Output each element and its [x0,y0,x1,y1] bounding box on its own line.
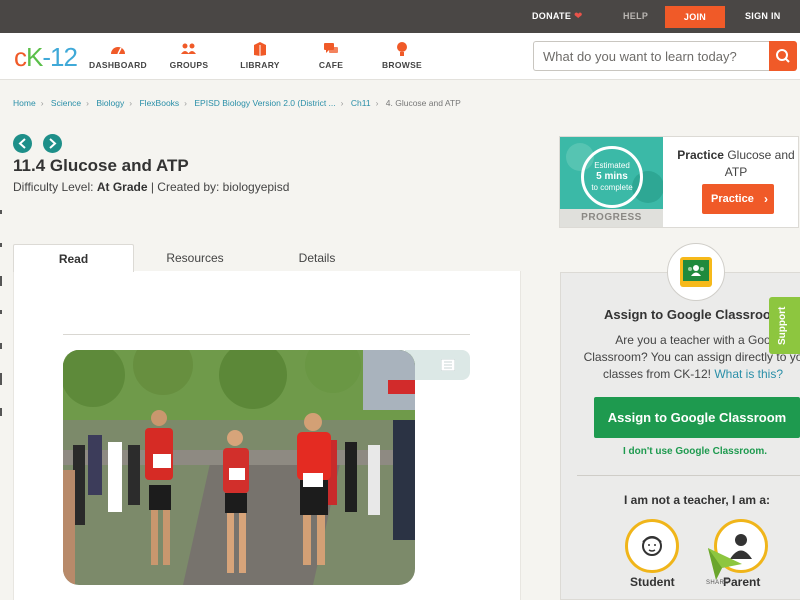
edge-mark [0,373,2,385]
chevron-left-icon [18,138,26,149]
join-button[interactable]: JOIN [665,6,725,28]
edge-mark [0,243,2,247]
edge-mark [0,210,2,214]
student-label[interactable]: Student [630,575,675,589]
next-button[interactable] [43,134,62,153]
divider [63,334,470,335]
practice-card: Estimated 5 mins to complete PROGRESS Pr… [559,136,799,228]
practice-thumbnail[interactable]: Estimated 5 mins to complete PROGRESS [560,137,663,227]
ck12-logo[interactable]: cK-12 [14,42,78,73]
help-link[interactable]: HELP [623,0,648,33]
practice-button[interactable]: Practice › [702,184,774,214]
breadcrumb-science[interactable]: Science [51,98,81,108]
tab-read[interactable]: Read [13,244,134,272]
breadcrumb-flexbooks[interactable]: FlexBooks [139,98,179,108]
search-input[interactable] [533,41,769,71]
breadcrumb: Home › Science › Biology › FlexBooks › EPISD… [13,98,461,108]
difficulty-level: At Grade [96,180,148,194]
cafe-icon [324,43,338,53]
groups-icon [181,43,196,54]
nav-groups[interactable]: GROUPS [149,41,229,70]
student-role-button[interactable] [625,519,679,573]
library-icon [254,42,266,56]
google-classroom-title: Assign to Google Classroo [604,307,771,322]
main-nav: cK-12 DASHBOARD GROUPS LIBRARY CAFE BROW… [0,33,800,80]
signin-link[interactable]: SIGN IN [745,0,781,33]
donate-link[interactable]: DONATE [532,0,571,33]
dont-use-classroom-link[interactable]: I don't use Google Classroom. [623,446,767,457]
classroom-board-icon [683,260,709,281]
nav-browse[interactable]: BROWSE [362,41,442,70]
top-bar: DONATE ❤ HELP JOIN SIGN IN [0,0,800,33]
dashboard-icon [111,47,125,55]
previous-button[interactable] [13,134,32,153]
share-icon[interactable] [708,548,742,580]
divider [577,475,800,476]
tab-resources[interactable]: Resources [134,244,256,272]
browse-icon [397,42,407,56]
edge-mark [0,343,2,349]
support-tab[interactable]: Support [769,297,800,354]
nav-cafe[interactable]: CAFE [291,41,371,70]
nav-library[interactable]: LIBRARY [220,41,300,70]
student-icon [642,536,662,556]
progress-label: PROGRESS [581,212,642,223]
lesson-photo [63,350,415,585]
breadcrumb-current: 4. Glucose and ATP [385,98,461,108]
edge-mark [0,408,2,416]
not-teacher-label: I am not a teacher, I am a: [624,493,771,507]
breadcrumb-home[interactable]: Home [13,98,36,108]
search-icon [776,49,790,63]
heart-icon: ❤ [574,11,583,22]
google-classroom-description: Are you a teacher with a Goo Classroom? … [583,333,800,381]
nav-dashboard[interactable]: DASHBOARD [78,41,158,70]
edge-mark [0,276,2,286]
share-label[interactable]: SHARE [706,580,729,586]
estimated-time-badge: Estimated 5 mins to complete [581,146,643,208]
breadcrumb-chapter[interactable]: Ch11 [351,98,371,108]
content-tabs: Read Resources Details [13,244,521,272]
search-button[interactable] [769,41,797,71]
practice-heading: Practice Glucose and ATP [677,148,795,179]
page-title: 11.4 Glucose and ATP [13,156,189,175]
tab-details[interactable]: Details [256,244,378,272]
list-icon[interactable] [441,359,455,371]
assign-google-classroom-button[interactable]: Assign to Google Classroom [594,397,800,438]
created-by: | Created by: biologyepisd [150,180,290,194]
chevron-right-icon [49,138,57,149]
edge-mark [0,310,2,314]
page-meta: Difficulty Level: At Grade | Created by:… [13,180,290,194]
breadcrumb-book[interactable]: EPISD Biology Version 2.0 (District ... [194,98,335,108]
breadcrumb-biology[interactable]: Biology [96,98,124,108]
chevron-right-icon: › [764,192,768,206]
what-is-this-link[interactable]: What is this? [714,367,783,381]
